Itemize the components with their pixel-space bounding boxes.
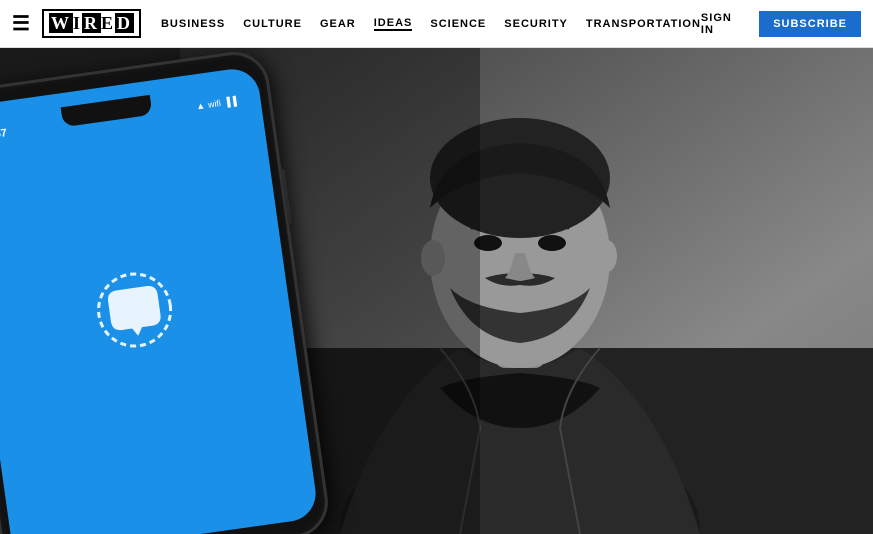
phone-screen: 14:57 ▲ wifi ▐▐ <box>0 66 319 534</box>
nav-item-culture[interactable]: CULTURE <box>243 18 302 30</box>
site-header: ☰ WIRED BUSINESS CULTURE GEAR IDEAS SCIE… <box>0 0 873 48</box>
nav-item-transportation[interactable]: TRANSPORTATION <box>586 18 701 30</box>
main-nav: BUSINESS CULTURE GEAR IDEAS SCIENCE SECU… <box>161 17 701 31</box>
header-actions: SIGN IN SUBSCRIBE <box>701 11 861 37</box>
wired-logo: WIRED <box>42 9 141 38</box>
wifi-icon: wifi <box>207 98 221 110</box>
nav-item-science[interactable]: SCIENCE <box>430 18 486 30</box>
nav-item-security[interactable]: SECURITY <box>504 18 568 30</box>
nav-item-ideas[interactable]: IDEAS <box>374 17 413 31</box>
hamburger-menu[interactable]: ☰ <box>12 11 30 36</box>
site-logo[interactable]: WIRED <box>42 9 141 38</box>
nav-item-business[interactable]: BUSINESS <box>161 18 225 30</box>
battery-icon: ▐▐ <box>223 96 237 108</box>
subscribe-button[interactable]: SUBSCRIBE <box>759 11 861 37</box>
nav-item-gear[interactable]: GEAR <box>320 18 356 30</box>
hero-section: 14:57 ▲ wifi ▐▐ <box>0 48 873 534</box>
signal-strength-icon: ▲ <box>195 100 205 111</box>
signal-app-icon <box>84 262 186 364</box>
status-icons: ▲ wifi ▐▐ <box>195 96 237 112</box>
sign-in-link[interactable]: SIGN IN <box>701 12 747 36</box>
